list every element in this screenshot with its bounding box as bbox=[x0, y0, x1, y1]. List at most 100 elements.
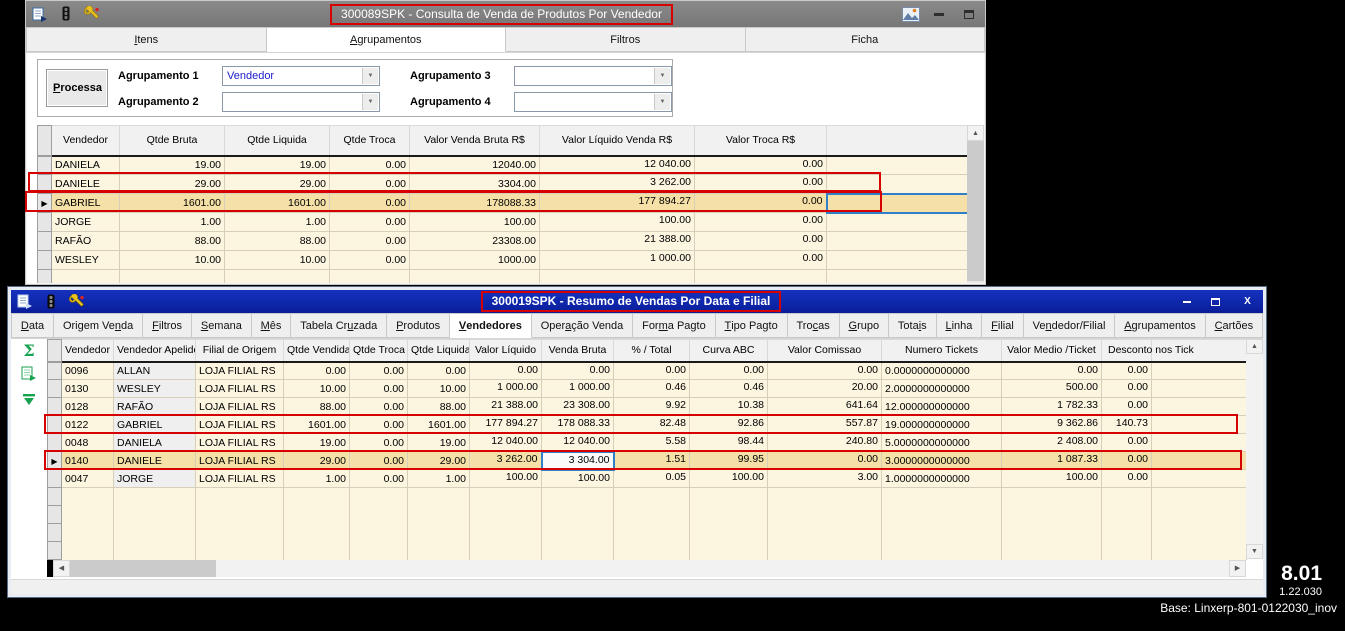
tab-filtros[interactable]: Filtros bbox=[143, 313, 192, 338]
cell-valor-l-quido[interactable]: 3 262.00 bbox=[469, 451, 542, 470]
cell-valor-l-quido[interactable]: 21 388.00 bbox=[469, 397, 542, 416]
col-header-vendedor[interactable]: Vendedor bbox=[51, 125, 120, 157]
cell-filial-de-origem[interactable]: LOJA FILIAL RS bbox=[195, 433, 284, 452]
cell-valor-medio-ticket[interactable]: 9 362.86 bbox=[1001, 415, 1102, 434]
cell-curva-abc[interactable]: 0.00 bbox=[689, 361, 768, 380]
cell-valor-venda-bruta-r[interactable]: 23308.00 bbox=[409, 231, 540, 251]
cell-venda-bruta[interactable]: 1 000.00 bbox=[541, 379, 614, 398]
row-selector[interactable] bbox=[47, 397, 62, 416]
tab-ficha[interactable]: Ficha bbox=[745, 27, 985, 52]
col-header-valor-l-quido-venda-r[interactable]: Valor Líquido Venda R$ bbox=[539, 125, 695, 157]
cell-qtde-liquida[interactable]: 1.00 bbox=[224, 212, 330, 232]
tab-cart-es[interactable]: Cartões bbox=[1205, 313, 1263, 338]
cell-desconto-nos-tick[interactable]: 0.00 bbox=[1101, 433, 1152, 452]
cell-valor-comissao[interactable]: 20.00 bbox=[767, 379, 882, 398]
cell-qtde-liquida[interactable]: 10.00 bbox=[224, 250, 330, 270]
row-selector[interactable] bbox=[37, 174, 52, 194]
tab-filial[interactable]: Filial bbox=[982, 313, 1024, 338]
scroll-left-arrow-icon[interactable]: ◀ bbox=[53, 560, 70, 577]
cell-blank[interactable] bbox=[825, 192, 969, 214]
tab-vendedor-filial[interactable]: Ve n dedor/Filial bbox=[1023, 313, 1116, 338]
cell-vendedor[interactable]: GABRIEL bbox=[51, 193, 120, 213]
wrench-icon[interactable] bbox=[68, 293, 86, 310]
grouping-1-combobox[interactable]: Vendedor ▼ bbox=[222, 66, 380, 86]
cell-blank[interactable] bbox=[826, 231, 968, 251]
cell-qtde-liquida[interactable]: 19.00 bbox=[224, 155, 330, 175]
scroll-thumb[interactable] bbox=[967, 141, 984, 281]
cell-venda-bruta[interactable]: 0.00 bbox=[541, 361, 614, 380]
scroll-right-arrow-icon[interactable]: ▶ bbox=[1229, 560, 1246, 577]
cell-qtde-liquida[interactable]: 1601.00 bbox=[224, 193, 330, 213]
tab-linha[interactable]: Linha bbox=[936, 313, 983, 338]
cell-desconto-nos-tick[interactable]: 140.73 bbox=[1101, 415, 1152, 434]
close-button[interactable]: X bbox=[1237, 294, 1258, 309]
tab-vendedores[interactable]: Vendedores bbox=[450, 313, 532, 338]
col-header-desconto-nos-tick[interactable]: Desconto nos Tick bbox=[1101, 339, 1194, 363]
cell-valor-troca-r[interactable]: 0.00 bbox=[694, 212, 827, 232]
cell-valor-medio-ticket[interactable]: 500.00 bbox=[1001, 379, 1102, 398]
col-header-qtde-liquida[interactable]: Qtde Liquida bbox=[407, 339, 470, 363]
cell-valor-troca-r[interactable]: 0.00 bbox=[694, 231, 827, 251]
cell-vendedor-apelido[interactable]: WESLEY bbox=[113, 379, 196, 398]
cell-blank[interactable] bbox=[826, 250, 968, 270]
cell-valor-troca-r[interactable]: 0.00 bbox=[694, 174, 827, 194]
picture-icon[interactable] bbox=[902, 6, 920, 23]
grid-row-gabriel[interactable]: ▶ GABRIEL 1601.00 1601.00 0.00 178088.33 177 8… bbox=[37, 192, 969, 214]
cell-numero-tickets[interactable]: 19.000000000000 bbox=[881, 415, 1002, 434]
cell-valor-troca-r[interactable]: 0.00 bbox=[694, 250, 827, 270]
col-header-qtde-vendida[interactable]: Qtde Vendida bbox=[283, 339, 350, 363]
cell-filial-de-origem[interactable]: LOJA FILIAL RS bbox=[195, 361, 284, 380]
cell-qtde-liquida[interactable]: 19.00 bbox=[407, 433, 470, 452]
grid-row-0122[interactable]: 0122 GABRIEL LOJA FILIAL RS 1601.00 0.00 1601… bbox=[47, 415, 1247, 434]
cell-valor-venda-bruta-r[interactable]: 1000.00 bbox=[409, 250, 540, 270]
form-icon[interactable] bbox=[31, 6, 49, 23]
cell-valor-l-quido-venda-r[interactable]: 100.00 bbox=[539, 212, 695, 232]
cell-qtde-troca[interactable]: 0.00 bbox=[349, 379, 408, 398]
scroll-up-arrow-icon[interactable]: ▲ bbox=[967, 125, 984, 141]
cell-desconto-nos-tick[interactable]: 0.00 bbox=[1101, 397, 1152, 416]
tab-tabela-cruzada[interactable]: Tabela Cr u zada bbox=[291, 313, 388, 338]
grouping-4-combobox[interactable]: ▼ bbox=[514, 92, 672, 112]
row-selector[interactable] bbox=[37, 212, 52, 232]
bottom-grid-vscrollbar[interactable]: ▲ ▼ bbox=[1246, 339, 1263, 559]
cell-qtde-vendida[interactable]: 1.00 bbox=[283, 469, 350, 488]
wrench-icon[interactable] bbox=[83, 6, 101, 23]
cell-curva-abc[interactable]: 98.44 bbox=[689, 433, 768, 452]
cell-qtde-bruta[interactable]: 10.00 bbox=[119, 250, 225, 270]
cell-numero-tickets[interactable]: 12.000000000000 bbox=[881, 397, 1002, 416]
tab-data[interactable]: Data bbox=[11, 313, 55, 338]
col-header-qtde-troca[interactable]: Qtde Troca bbox=[329, 125, 410, 157]
cell-vendedor-apelido[interactable]: RAFÃO bbox=[113, 397, 196, 416]
tab-trocas[interactable]: Tro c as bbox=[787, 313, 840, 338]
cell-total[interactable]: 82.48 bbox=[613, 415, 690, 434]
grid-row-0096[interactable]: 0096 ALLAN LOJA FILIAL RS 0.00 0.00 0.00 0.00 0… bbox=[47, 361, 1247, 380]
col-header-filial-de-origem[interactable]: Filial de Origem bbox=[195, 339, 284, 363]
row-selector[interactable] bbox=[37, 155, 52, 175]
cell-curva-abc[interactable]: 0.46 bbox=[689, 379, 768, 398]
cell-qtde-troca[interactable]: 0.00 bbox=[329, 155, 410, 175]
row-selector[interactable] bbox=[37, 250, 52, 270]
cell-total[interactable]: 5.58 bbox=[613, 433, 690, 452]
row-selector[interactable]: ▶ bbox=[47, 451, 62, 470]
cell-vendedor-apelido[interactable]: GABRIEL bbox=[113, 415, 196, 434]
tab-filtros[interactable]: Filtros bbox=[506, 27, 746, 52]
grid-row-0048[interactable]: 0048 DANIELA LOJA FILIAL RS 19.00 0.00 19.00 1… bbox=[47, 433, 1247, 452]
grid-row-jorge[interactable]: JORGE 1.00 1.00 0.00 100.00 100.00 0.00 bbox=[37, 212, 968, 232]
cell-desconto-nos-tick[interactable]: 0.00 bbox=[1101, 361, 1152, 380]
cell-vendedor[interactable]: 0048 bbox=[61, 433, 114, 452]
cell-vendedor[interactable]: DANIELA bbox=[51, 155, 120, 175]
cell-vendedor-apelido[interactable]: DANIELE bbox=[113, 451, 196, 470]
col-header-curva-abc[interactable]: Curva ABC bbox=[689, 339, 768, 363]
cell-filial-de-origem[interactable]: LOJA FILIAL RS bbox=[195, 415, 284, 434]
cell-desconto-nos-tick[interactable]: 0.00 bbox=[1101, 469, 1152, 488]
cell-total[interactable]: 0.05 bbox=[613, 469, 690, 488]
cell-vendedor[interactable]: DANIELE bbox=[51, 174, 120, 194]
cell-qtde-vendida[interactable]: 0.00 bbox=[283, 361, 350, 380]
cell-qtde-troca[interactable]: 0.00 bbox=[329, 193, 410, 213]
cell-curva-abc[interactable]: 92.86 bbox=[689, 415, 768, 434]
cell-vendedor-apelido[interactable]: JORGE bbox=[113, 469, 196, 488]
cell-qtde-vendida[interactable]: 88.00 bbox=[283, 397, 350, 416]
cell-vendedor-apelido[interactable]: ALLAN bbox=[113, 361, 196, 380]
cell-qtde-liquida[interactable]: 88.00 bbox=[407, 397, 470, 416]
cell-qtde-vendida[interactable]: 1601.00 bbox=[283, 415, 350, 434]
